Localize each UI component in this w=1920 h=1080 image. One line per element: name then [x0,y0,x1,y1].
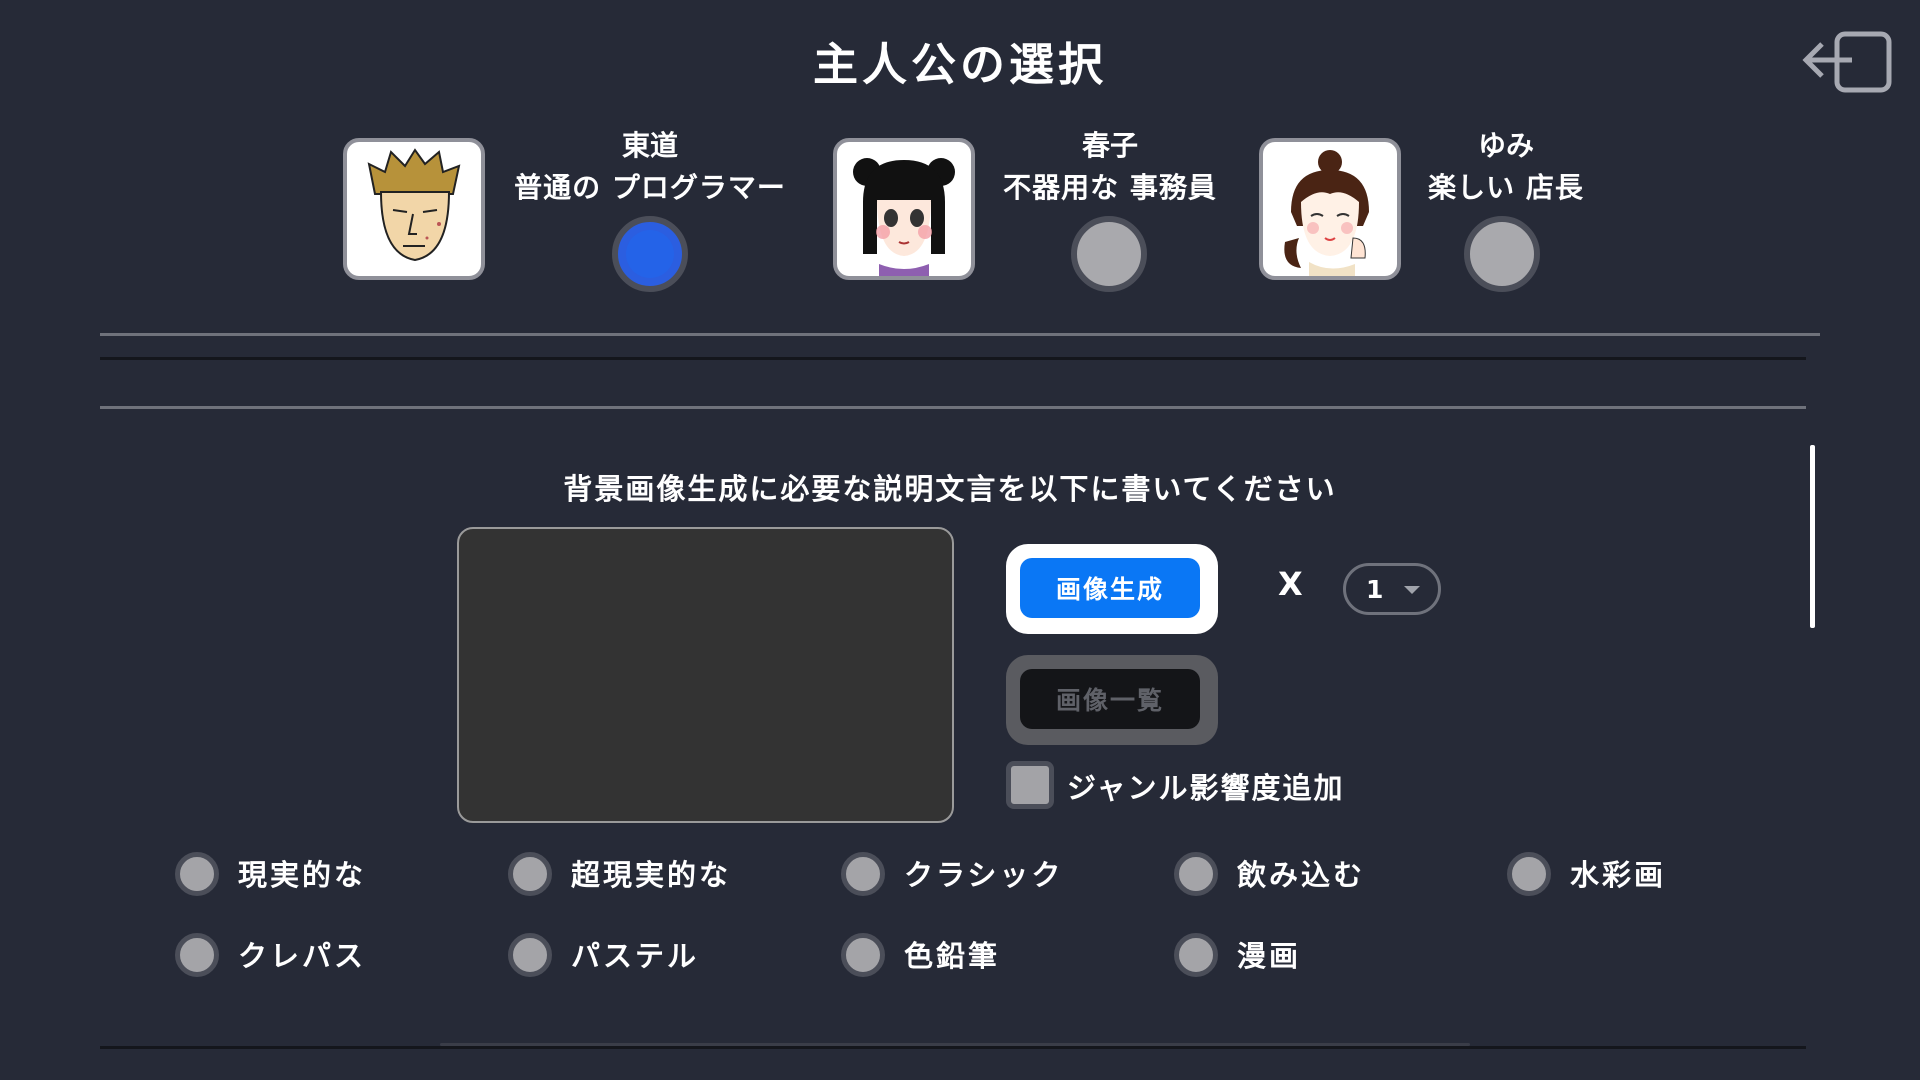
shop-manager-face-icon [1284,150,1369,276]
style-radio-manga[interactable] [1174,933,1218,977]
description-textarea[interactable] [457,527,954,823]
programmer-face-icon [367,148,461,262]
divider [100,406,1806,409]
character-radio-yumi[interactable] [1464,216,1540,292]
generate-image-button[interactable]: 画像生成 [1006,544,1218,634]
multiplier-symbol: X [1278,565,1303,603]
divider [440,1043,1470,1046]
style-label-crayon: クレパス [238,939,367,973]
main-screen: 主人公の選択 東道 普通の プログラマー 春子 不器用な 事務員 ゆみ 楽しい … [0,0,1920,1080]
style-radio-pastel[interactable] [508,933,552,977]
style-radio-immersive[interactable] [1174,852,1218,896]
style-label-colored-pencil: 色鉛筆 [904,939,1001,973]
style-radio-crayon[interactable] [175,933,219,977]
style-label-pastel: パステル [571,939,700,973]
style-label-realistic: 現実的な [238,858,367,892]
genre-influence-label: ジャンル影響度追加 [1067,771,1345,805]
character-radio-todo[interactable] [612,216,688,292]
exit-button[interactable] [1800,30,1895,95]
character-avatar-todo[interactable] [343,138,485,280]
image-list-button[interactable]: 画像一覧 [1006,655,1218,745]
description-prompt-label: 背景画像生成に必要な説明文言を以下に書いてください [563,472,1337,506]
style-radio-surreal[interactable] [508,852,552,896]
page-title: 主人公の選択 [812,38,1107,91]
image-count-select[interactable]: 1 [1343,563,1441,615]
scrollbar[interactable] [1810,445,1815,628]
character-name-yumi: ゆみ [1477,129,1534,162]
divider [100,333,1820,336]
style-radio-watercolor[interactable] [1507,852,1551,896]
style-radio-classic[interactable] [841,852,885,896]
character-radio-haruko[interactable] [1071,216,1147,292]
character-avatar-haruko[interactable] [833,138,975,280]
style-radio-colored-pencil[interactable] [841,933,885,977]
character-name-todo: 東道 [621,129,678,162]
generate-image-button-label: 画像生成 [1020,558,1200,618]
character-desc-todo: 普通の プログラマー [514,171,786,204]
character-name-haruko: 春子 [1081,129,1138,162]
image-list-button-label: 画像一覧 [1020,669,1200,729]
style-label-classic: クラシック [904,858,1064,892]
genre-influence-checkbox[interactable] [1006,761,1054,809]
style-label-immersive: 飲み込む [1237,858,1366,892]
character-desc-haruko: 不器用な 事務員 [1003,171,1217,204]
office-worker-face-icon [853,158,955,276]
style-radio-realistic[interactable] [175,852,219,896]
style-label-manga: 漫画 [1237,939,1302,973]
divider [100,1046,1806,1049]
image-count-value: 1 [1366,574,1384,604]
character-avatar-yumi[interactable] [1259,138,1401,280]
style-label-watercolor: 水彩画 [1570,858,1667,892]
character-desc-yumi: 楽しい 店長 [1428,171,1584,204]
divider [100,357,1806,360]
style-label-surreal: 超現実的な [571,858,732,892]
logout-icon [1802,31,1892,93]
chevron-down-icon [1404,586,1420,594]
